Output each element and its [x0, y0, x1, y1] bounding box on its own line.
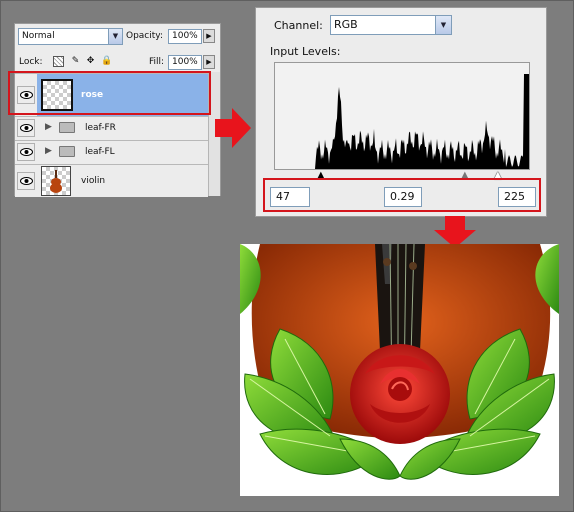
fill-field[interactable]: 100%	[168, 55, 202, 70]
fill-label: Fill:	[149, 57, 165, 67]
channel-select[interactable]: RGB ▼	[330, 15, 452, 35]
chevron-down-icon: ▼	[435, 16, 451, 34]
folder-icon	[59, 122, 75, 133]
histogram-shape	[275, 74, 529, 169]
opacity-field[interactable]: 100%	[168, 29, 202, 44]
lock-label: Lock:	[19, 57, 43, 67]
opacity-slider-button[interactable]: ▶	[203, 29, 215, 43]
layer-name: violin	[81, 176, 106, 186]
expand-triangle-icon[interactable]: ▶	[45, 146, 52, 156]
right-arrow-icon	[215, 108, 251, 148]
blend-mode-value: Normal	[22, 31, 55, 41]
lock-brush-icon[interactable]: ✎	[70, 56, 81, 67]
histogram	[274, 62, 530, 170]
fill-slider-button[interactable]: ▶	[203, 55, 215, 69]
layer-row-violin[interactable]: violin	[15, 164, 208, 197]
violin-thumbnail-icon	[50, 170, 62, 193]
visibility-eye-icon[interactable]	[17, 143, 35, 161]
highlight-box-input-levels	[263, 178, 541, 212]
lock-all-icon[interactable]: 🔒	[101, 56, 112, 67]
opacity-label: Opacity:	[126, 31, 163, 41]
rose-violin-illustration	[240, 244, 559, 480]
chevron-down-icon: ▼	[108, 29, 122, 44]
channel-label: Channel:	[274, 19, 323, 32]
lock-move-icon[interactable]: ✥	[85, 56, 96, 67]
layer-row-leaf-fl[interactable]: ▶ leaf-FL	[15, 140, 208, 164]
layer-name: leaf-FL	[85, 147, 115, 157]
layer-name: leaf-FR	[85, 123, 116, 133]
layer-row-leaf-fr[interactable]: ▶ leaf-FR	[15, 116, 208, 140]
folder-icon	[59, 146, 75, 157]
violin-layer-thumbnail	[41, 166, 71, 196]
visibility-eye-icon[interactable]	[17, 119, 35, 137]
blend-mode-select[interactable]: Normal ▼	[18, 28, 123, 45]
highlight-box-rose-layer	[8, 71, 211, 115]
input-levels-label: Input Levels:	[270, 45, 341, 58]
result-image	[240, 244, 559, 496]
lock-transparency-icon[interactable]	[53, 56, 64, 67]
channel-value: RGB	[334, 18, 358, 31]
visibility-eye-icon[interactable]	[17, 172, 35, 190]
expand-triangle-icon[interactable]: ▶	[45, 122, 52, 132]
histogram-graph	[275, 74, 529, 169]
